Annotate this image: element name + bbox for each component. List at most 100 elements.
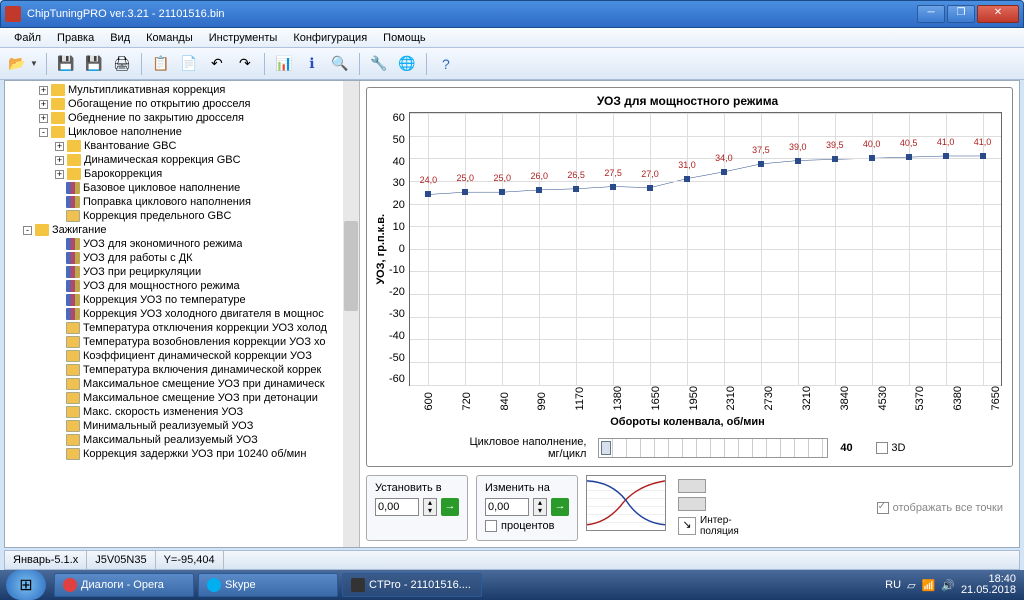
dropdown-icon[interactable]: ▼: [30, 59, 38, 68]
slider-thumb[interactable]: [601, 441, 611, 455]
tree-item[interactable]: Температура включения динамической корре…: [7, 363, 357, 377]
task-skype[interactable]: Skype: [198, 573, 338, 597]
menu-view[interactable]: Вид: [102, 30, 138, 46]
save-icon[interactable]: 💾: [55, 53, 77, 75]
expand-icon[interactable]: +: [55, 142, 64, 151]
task-ctpro[interactable]: CTPro - 21101516....: [342, 573, 482, 597]
change-apply-button[interactable]: →: [551, 498, 569, 516]
percent-checkbox[interactable]: [485, 520, 497, 532]
close-button[interactable]: ✕: [977, 5, 1019, 23]
interp-icon[interactable]: ↘: [678, 517, 696, 535]
expand-icon[interactable]: +: [39, 100, 48, 109]
tree-item[interactable]: Максимальный реализуемый УОЗ: [7, 433, 357, 447]
print-icon[interactable]: 🖨: [111, 53, 133, 75]
data-point[interactable]: [573, 186, 579, 192]
data-point[interactable]: [869, 155, 875, 161]
tree-item[interactable]: Коррекция предельного GBC: [7, 209, 357, 223]
expand-icon[interactable]: +: [55, 156, 64, 165]
tree-item[interactable]: Коэффициент динамической коррекции УОЗ: [7, 349, 357, 363]
data-point[interactable]: [943, 153, 949, 159]
tree-item[interactable]: Максимальное смещение УОЗ при детонации: [7, 391, 357, 405]
menu-commands[interactable]: Команды: [138, 30, 201, 46]
scrollbar-thumb[interactable]: [344, 221, 358, 311]
paste-icon[interactable]: 📄: [178, 53, 200, 75]
expand-icon[interactable]: +: [55, 170, 64, 179]
data-point[interactable]: [906, 154, 912, 160]
menu-help[interactable]: Помощь: [375, 30, 434, 46]
tree-item[interactable]: УОЗ для мощностного режима: [7, 279, 357, 293]
tree-item[interactable]: +Обеднение по закрытию дросселя: [7, 111, 357, 125]
tree-item[interactable]: -Цикловое наполнение: [7, 125, 357, 139]
menu-config[interactable]: Конфигурация: [285, 30, 375, 46]
menu-file[interactable]: Файл: [6, 30, 49, 46]
copy-icon[interactable]: 📋: [150, 53, 172, 75]
change-input[interactable]: [485, 498, 529, 516]
expand-icon[interactable]: +: [39, 114, 48, 123]
expand-icon[interactable]: +: [39, 86, 48, 95]
tree-item[interactable]: Макс. скорость изменения УОЗ: [7, 405, 357, 419]
tree-item[interactable]: +Мультипликативная коррекция: [7, 83, 357, 97]
data-point[interactable]: [980, 153, 986, 159]
info-icon[interactable]: ℹ: [301, 53, 323, 75]
tree-item[interactable]: Температура отключения коррекции УОЗ хол…: [7, 321, 357, 335]
tree-item[interactable]: Коррекция УОЗ по температуре: [7, 293, 357, 307]
change-spinner[interactable]: ▴▾: [533, 498, 547, 516]
redo-icon[interactable]: ↷: [234, 53, 256, 75]
checkbox-3d[interactable]: [876, 442, 888, 454]
tree-item[interactable]: Базовое цикловое наполнение: [7, 181, 357, 195]
tray-volume-icon[interactable]: 🔊: [941, 579, 955, 592]
expand-icon[interactable]: -: [23, 226, 32, 235]
interp-btn-2[interactable]: [678, 497, 706, 511]
data-point[interactable]: [425, 191, 431, 197]
data-point[interactable]: [499, 189, 505, 195]
data-point[interactable]: [832, 156, 838, 162]
task-opera[interactable]: Диалоги - Opera: [54, 573, 194, 597]
tree-item[interactable]: УОЗ для экономичного режима: [7, 237, 357, 251]
undo-icon[interactable]: ↶: [206, 53, 228, 75]
tree-item[interactable]: Температура возобновления коррекции УОЗ …: [7, 335, 357, 349]
minimize-button[interactable]: ─: [917, 5, 945, 23]
expand-icon[interactable]: -: [39, 128, 48, 137]
data-point[interactable]: [536, 187, 542, 193]
search-icon[interactable]: 🔍: [329, 53, 351, 75]
data-point[interactable]: [795, 158, 801, 164]
scrollbar[interactable]: [343, 81, 359, 547]
data-point[interactable]: [462, 189, 468, 195]
tree-item[interactable]: +Динамическая коррекция GBC: [7, 153, 357, 167]
show-all-checkbox[interactable]: [877, 502, 889, 514]
tray-network-icon[interactable]: 📶: [922, 579, 936, 592]
tray-flag-icon[interactable]: ▱: [907, 579, 915, 592]
data-point[interactable]: [647, 185, 653, 191]
open-icon[interactable]: 📂: [6, 53, 28, 75]
data-point[interactable]: [684, 176, 690, 182]
tree-item[interactable]: УОЗ для работы с ДК: [7, 251, 357, 265]
set-spinner[interactable]: ▴▾: [423, 498, 437, 516]
settings-icon[interactable]: 🔧: [368, 53, 390, 75]
globe-icon[interactable]: 🌐: [396, 53, 418, 75]
data-point[interactable]: [758, 161, 764, 167]
tree-item[interactable]: +Барокоррекция: [7, 167, 357, 181]
set-input[interactable]: [375, 498, 419, 516]
tray-lang[interactable]: RU: [885, 579, 901, 591]
start-button[interactable]: ⊞: [6, 570, 46, 600]
plot-area[interactable]: 24,025,025,026,026,527,527,031,034,037,5…: [409, 112, 1002, 386]
system-tray[interactable]: RU ▱ 📶 🔊 18:4021.05.2018: [877, 574, 1024, 596]
slider-track[interactable]: [598, 438, 828, 458]
tree-item[interactable]: Коррекция задержки УОЗ при 10240 об/мин: [7, 447, 357, 461]
maximize-button[interactable]: ❐: [947, 5, 975, 23]
menu-tools[interactable]: Инструменты: [201, 30, 286, 46]
tray-clock[interactable]: 18:4021.05.2018: [961, 574, 1016, 596]
data-point[interactable]: [610, 184, 616, 190]
menu-edit[interactable]: Правка: [49, 30, 102, 46]
tree-item[interactable]: Максимальное смещение УОЗ при динамическ: [7, 377, 357, 391]
tree-item[interactable]: Коррекция УОЗ холодного двигателя в мощн…: [7, 307, 357, 321]
help-icon[interactable]: ?: [435, 53, 457, 75]
data-point[interactable]: [721, 169, 727, 175]
set-apply-button[interactable]: →: [441, 498, 459, 516]
tree-item[interactable]: -Зажигание: [7, 223, 357, 237]
tree-item[interactable]: УОЗ при рециркуляции: [7, 265, 357, 279]
chart-icon[interactable]: 📊: [273, 53, 295, 75]
interp-btn-1[interactable]: [678, 479, 706, 493]
tree-item[interactable]: +Квантование GBC: [7, 139, 357, 153]
tree-item[interactable]: +Обогащение по открытию дросселя: [7, 97, 357, 111]
